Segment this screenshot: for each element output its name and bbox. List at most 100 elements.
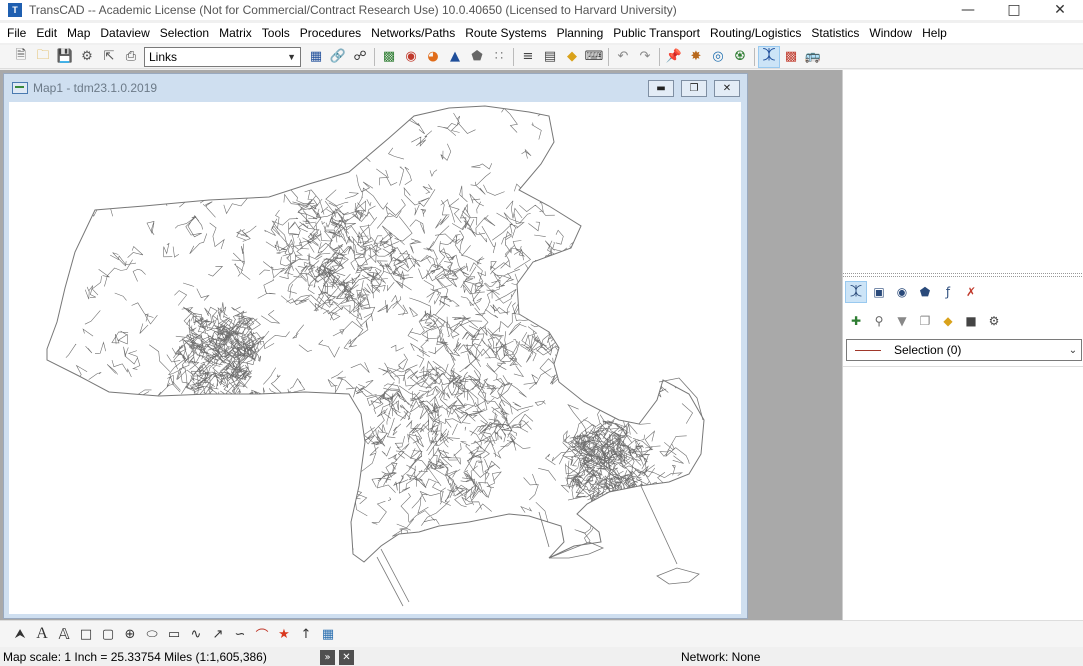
- chart-icon[interactable]: ◕: [422, 46, 444, 68]
- arc-icon[interactable]: ⌒: [251, 623, 273, 645]
- polygon-select-icon[interactable]: ⬟: [914, 281, 936, 303]
- menu-public-transport[interactable]: Public Transport: [612, 26, 706, 40]
- dataview-icon[interactable]: ▦: [305, 46, 327, 68]
- network-status: Network: None: [681, 650, 761, 664]
- filter-icon[interactable]: ■: [960, 310, 982, 332]
- menu-edit[interactable]: Edit: [35, 26, 63, 40]
- zoom-selection-icon[interactable]: ⚲: [868, 310, 890, 332]
- drawing-toolbar: ⮝ A 𝔸 □ ▢ ⊕ ⬭ ▭ ∿ ↗ ∽ ⌒ ★ ↑ ▦: [0, 620, 1083, 647]
- north-arrow-icon[interactable]: ↑: [295, 623, 317, 645]
- map-window-titlebar[interactable]: Map1 - tdm23.1.0.2019 ▬ ❐ ✕: [4, 74, 747, 102]
- settings-icon[interactable]: ⚙: [76, 46, 98, 68]
- expand-icon[interactable]: »: [320, 649, 335, 665]
- dot-density-icon[interactable]: ▲: [444, 46, 466, 68]
- styles-icon[interactable]: ≡: [517, 46, 539, 68]
- pointer-icon[interactable]: ⮝: [9, 623, 31, 645]
- rounded-rectangle-icon[interactable]: ▢: [97, 623, 119, 645]
- legend-icon[interactable]: ▤: [539, 46, 561, 68]
- close-icon[interactable]: ✕: [1037, 0, 1083, 20]
- route-icon[interactable]: ♼: [729, 46, 751, 68]
- undo-icon[interactable]: ↶: [612, 46, 634, 68]
- rectangle-icon[interactable]: □: [75, 623, 97, 645]
- selection-set-value: Selection (0): [894, 343, 962, 357]
- map-canvas[interactable]: [9, 102, 741, 614]
- menu-file[interactable]: File: [6, 26, 32, 40]
- map-window-title: Map1 - tdm23.1.0.2019: [33, 81, 158, 95]
- redo-icon[interactable]: ↷: [634, 46, 656, 68]
- menu-help[interactable]: Help: [921, 26, 953, 40]
- network-icon[interactable]: ✸: [685, 46, 707, 68]
- arrow-icon[interactable]: ↗: [207, 623, 229, 645]
- close-icon[interactable]: ✕: [714, 79, 740, 97]
- menu-window[interactable]: Window: [868, 26, 918, 40]
- restore-icon[interactable]: ❐: [681, 79, 707, 97]
- layers-icon[interactable]: ▩: [378, 46, 400, 68]
- circle-target-icon[interactable]: ⊕: [119, 623, 141, 645]
- star-icon[interactable]: ★: [273, 623, 295, 645]
- text-icon[interactable]: A: [31, 623, 53, 645]
- outline-text-icon[interactable]: 𝔸: [53, 623, 75, 645]
- curve-icon[interactable]: ∽: [229, 623, 251, 645]
- menu-dataview[interactable]: Dataview: [99, 26, 155, 40]
- selection-set-dropdown[interactable]: Selection (0) ⌄: [846, 339, 1082, 361]
- menu-route-systems[interactable]: Route Systems: [464, 26, 552, 40]
- open-icon[interactable]: 🗀: [32, 46, 54, 68]
- pane-splitter[interactable]: [843, 273, 1083, 277]
- tag-selection-icon[interactable]: ◆: [937, 310, 959, 332]
- map-layers-icon[interactable]: ▩: [780, 46, 802, 68]
- minimize-icon[interactable]: —: [945, 0, 991, 20]
- layer-select[interactable]: Links ▼: [144, 46, 301, 67]
- selection-style-swatch: [855, 349, 881, 351]
- scale-icon[interactable]: ◆: [561, 46, 583, 68]
- theme-icon[interactable]: ◉: [400, 46, 422, 68]
- selection-toolbar-row1: ⯰ ▣ ◉ ⬟ ƒ ✗: [843, 279, 1083, 305]
- ellipse-icon[interactable]: ⬭: [141, 623, 163, 645]
- toolbar-divider: [659, 47, 660, 66]
- map-icon: [12, 82, 28, 94]
- menu-networks-paths[interactable]: Networks/Paths: [370, 26, 461, 40]
- label-icon[interactable]: ⌨: [583, 46, 605, 68]
- menu-routing-logistics[interactable]: Routing/Logistics: [709, 26, 807, 40]
- export-icon[interactable]: ⇱: [98, 46, 120, 68]
- menu-statistics[interactable]: Statistics: [810, 26, 865, 40]
- menu-matrix[interactable]: Matrix: [218, 26, 258, 40]
- hotlink-icon[interactable]: 🔗: [327, 46, 349, 68]
- menu-map[interactable]: Map: [66, 26, 96, 40]
- freehand-shape-icon[interactable]: ▭: [163, 623, 185, 645]
- cape-outline: [658, 377, 704, 421]
- pin-icon[interactable]: 📌: [663, 46, 685, 68]
- shape-icon[interactable]: ⬟: [466, 46, 488, 68]
- find-icon[interactable]: ☍: [349, 46, 371, 68]
- print-icon[interactable]: ⎙: [120, 46, 142, 68]
- menu-tools[interactable]: Tools: [261, 26, 296, 40]
- menu-selection[interactable]: Selection: [159, 26, 215, 40]
- scatter-icon[interactable]: ∷: [488, 46, 510, 68]
- close-icon[interactable]: ✕: [339, 649, 354, 665]
- new-icon[interactable]: 🗎: [10, 46, 32, 68]
- formula-select-icon[interactable]: ƒ: [937, 281, 959, 303]
- map-window: Map1 - tdm23.1.0.2019 ▬ ❐ ✕: [3, 73, 748, 619]
- menu-procedures[interactable]: Procedures: [299, 26, 367, 40]
- menu-planning[interactable]: Planning: [556, 26, 610, 40]
- minimize-icon[interactable]: ▬: [648, 79, 674, 97]
- filter-selection-icon[interactable]: ▼: [891, 310, 913, 332]
- selection-toolbar-row2: ✚ ⚲ ▼ ❐ ◆ ■ ⚙: [843, 308, 1083, 334]
- copy-selection-icon[interactable]: ❐: [914, 310, 936, 332]
- circle-select-icon[interactable]: ◉: [891, 281, 913, 303]
- toolbar-divider: [374, 47, 375, 66]
- rectangle-select-icon[interactable]: ▣: [868, 281, 890, 303]
- add-selection-icon[interactable]: ✚: [845, 310, 867, 332]
- pointer-select-icon[interactable]: ⯰: [845, 281, 867, 303]
- select-tool-icon[interactable]: ⯰: [758, 45, 780, 68]
- ferry-line: [640, 485, 678, 565]
- target-icon[interactable]: ◎: [707, 46, 729, 68]
- picture-icon[interactable]: ▦: [317, 623, 339, 645]
- bus-icon[interactable]: 🚌: [802, 46, 824, 68]
- clear-selection-icon[interactable]: ✗: [960, 281, 982, 303]
- main-toolbar: 🗎 🗀 💾 ⚙ ⇱ ⎙ Links ▼ ▦ 🔗 ☍ ▩ ◉ ◕ ▲ ⬟ ∷ ≡ …: [0, 45, 1083, 69]
- title-bar: T TransCAD -- Academic License (Not for …: [0, 0, 1083, 20]
- selection-settings-icon[interactable]: ⚙: [983, 310, 1005, 332]
- save-icon[interactable]: 💾: [54, 46, 76, 68]
- maximize-icon[interactable]: □: [991, 0, 1037, 20]
- polyline-icon[interactable]: ∿: [185, 623, 207, 645]
